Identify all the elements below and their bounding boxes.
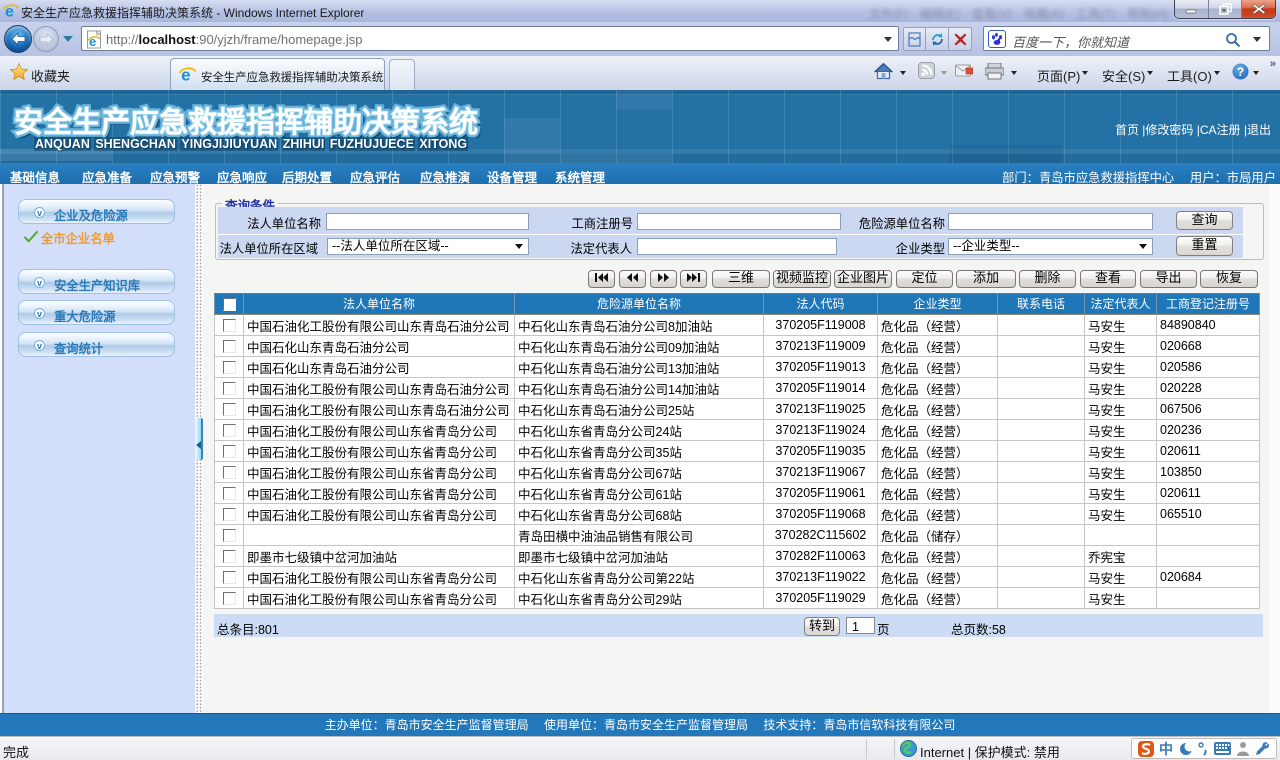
svg-text:?: ? (1237, 65, 1244, 79)
svg-text:中: 中 (1159, 741, 1173, 756)
